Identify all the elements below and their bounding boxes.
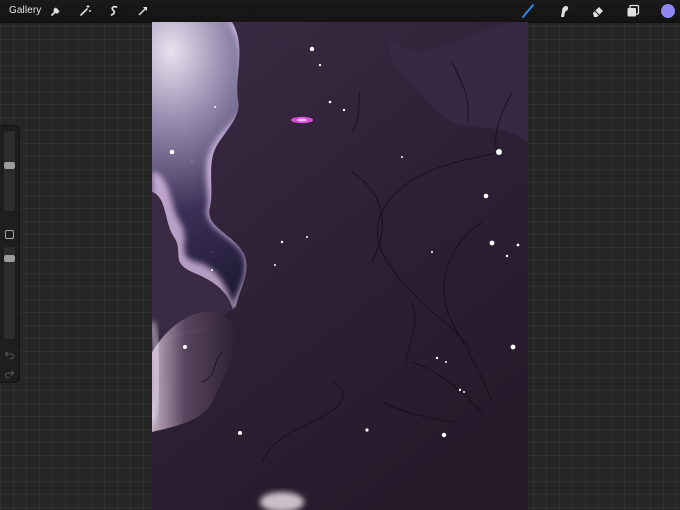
- brush-size-slider-thumb[interactable]: [4, 162, 15, 169]
- drawing-canvas[interactable]: [152, 22, 528, 510]
- transform-arrow-icon[interactable]: [135, 3, 151, 19]
- eraser-icon[interactable]: [590, 3, 606, 19]
- sidebar: [0, 126, 19, 382]
- brush-icon[interactable]: [520, 3, 536, 19]
- modify-button[interactable]: [5, 230, 14, 239]
- opacity-slider[interactable]: [3, 246, 16, 340]
- top-toolbar: Gallery: [0, 0, 680, 23]
- wrench-icon[interactable]: [48, 3, 64, 19]
- opacity-slider-thumb[interactable]: [4, 255, 15, 262]
- selection-icon[interactable]: [106, 3, 122, 19]
- smudge-icon[interactable]: [556, 3, 572, 19]
- brush-size-slider[interactable]: [3, 130, 16, 212]
- undo-arrow-icon[interactable]: [4, 347, 15, 360]
- gallery-button[interactable]: Gallery: [9, 5, 41, 16]
- layers-icon[interactable]: [625, 3, 641, 19]
- magic-wand-icon[interactable]: [77, 3, 93, 19]
- redo-arrow-icon[interactable]: [4, 366, 15, 379]
- color-picker-button[interactable]: [661, 4, 675, 18]
- artwork-illustration: [152, 22, 528, 510]
